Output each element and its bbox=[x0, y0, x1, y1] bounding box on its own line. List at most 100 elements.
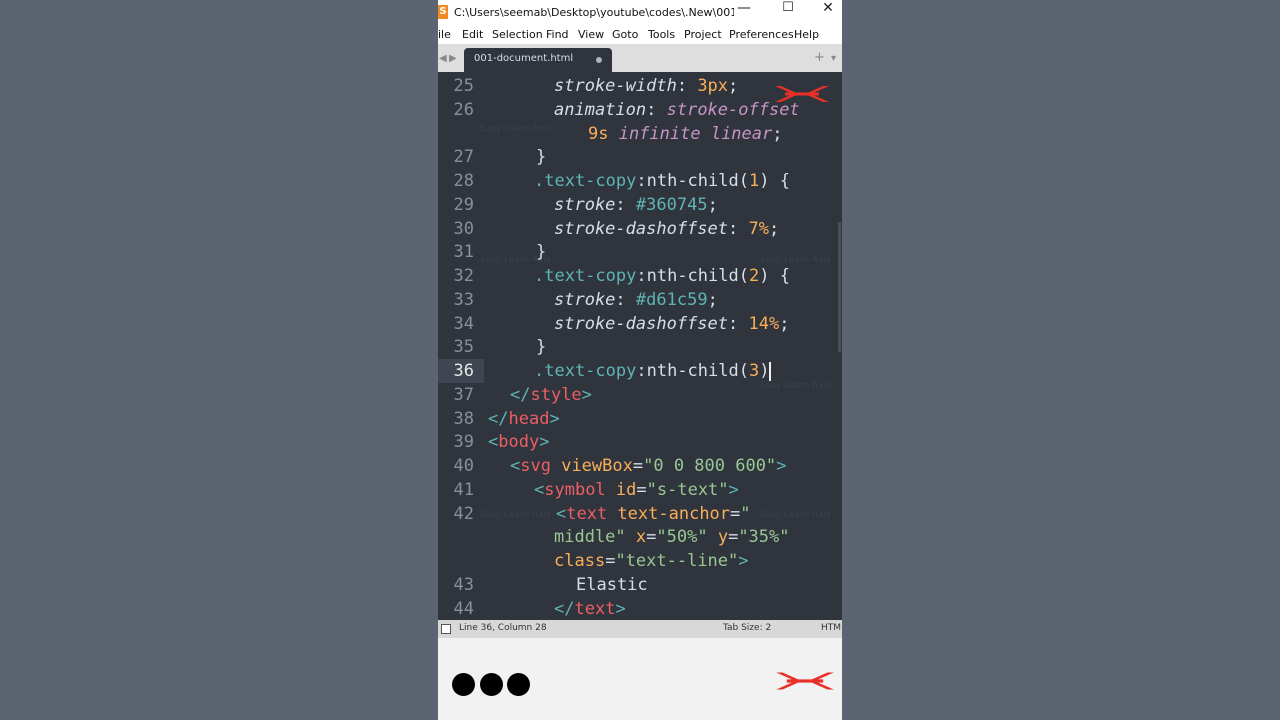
code-token: </ bbox=[554, 598, 575, 619]
code-line[interactable]: 29 stroke: #360745; bbox=[438, 193, 842, 217]
code-text[interactable]: stroke: #d61c59; bbox=[554, 290, 718, 310]
code-text[interactable]: </style> bbox=[510, 385, 592, 405]
code-line[interactable]: 40 <svg viewBox="0 0 800 600"> bbox=[438, 454, 842, 478]
code-line[interactable]: 36 .text-copy:nth-child(3) bbox=[438, 359, 842, 383]
menu-project[interactable]: Project bbox=[684, 28, 722, 41]
line-number: 37 bbox=[453, 384, 474, 405]
code-line[interactable]: 27} bbox=[438, 145, 842, 169]
code-text[interactable]: middle" x="50%" y="35%" bbox=[554, 527, 790, 547]
code-text[interactable]: stroke: #360745; bbox=[554, 195, 718, 215]
code-line[interactable]: 35} bbox=[438, 335, 842, 359]
menu-file[interactable]: ile bbox=[438, 28, 451, 41]
code-token: ) bbox=[759, 361, 770, 381]
tab-001-document[interactable]: 001-document.html bbox=[464, 48, 612, 72]
code-line[interactable]: class="text--line"> bbox=[438, 549, 842, 573]
code-token: Elastic bbox=[576, 574, 648, 595]
code-token: head bbox=[508, 408, 550, 429]
code-text[interactable]: } bbox=[536, 242, 546, 262]
code-token: 3px bbox=[697, 76, 729, 96]
code-text[interactable]: Elastic bbox=[576, 575, 648, 595]
menu-view[interactable]: View bbox=[578, 28, 604, 41]
code-token: 3 bbox=[748, 361, 760, 381]
code-line[interactable]: 30 stroke-dashoffset: 7%; bbox=[438, 217, 842, 241]
code-token: style bbox=[530, 384, 582, 405]
code-token: #d61c59 bbox=[635, 289, 708, 310]
new-tab-icon[interactable]: + bbox=[814, 50, 825, 65]
code-line[interactable]: 43 Elastic bbox=[438, 573, 842, 597]
code-token: ; bbox=[768, 218, 780, 239]
code-text[interactable]: <symbol id="s-text"> bbox=[534, 480, 739, 500]
code-text[interactable]: .text-copy:nth-child(1) { bbox=[534, 171, 790, 191]
code-line[interactable]: 25 stroke-width: 3px; bbox=[438, 74, 842, 98]
code-line[interactable]: 28 .text-copy:nth-child(1) { bbox=[438, 169, 842, 193]
code-line[interactable]: 34 stroke-dashoffset: 14%; bbox=[438, 312, 842, 336]
menu-find[interactable]: Find bbox=[546, 28, 569, 41]
code-token: nth-child( bbox=[646, 171, 749, 191]
code-line[interactable]: 31} bbox=[438, 240, 842, 264]
code-text[interactable]: 9s infinite linear; bbox=[588, 124, 783, 144]
menu-preferences[interactable]: Preferences bbox=[729, 28, 794, 41]
line-number: 40 bbox=[453, 456, 474, 476]
text-cursor bbox=[769, 361, 772, 381]
code-text[interactable]: </text> bbox=[554, 599, 626, 619]
code-token: 9s bbox=[588, 123, 609, 144]
code-line[interactable]: 37 </style> bbox=[438, 383, 842, 407]
code-editor[interactable]: Easy Learn Axis Easy Learn Axis Easy Lea… bbox=[438, 72, 842, 620]
code-text[interactable]: <body> bbox=[488, 432, 549, 452]
code-token: > bbox=[539, 432, 550, 453]
code-token: > bbox=[615, 598, 626, 619]
code-line[interactable]: 9s infinite linear; bbox=[438, 122, 842, 146]
code-line[interactable]: 26 animation: stroke-offset bbox=[438, 98, 842, 122]
menu-goto[interactable]: Goto bbox=[612, 28, 638, 41]
code-token: : bbox=[636, 266, 647, 286]
menu-tools[interactable]: Tools bbox=[648, 28, 675, 41]
code-token: stroke-offset bbox=[666, 99, 800, 120]
code-token: "50%" bbox=[656, 527, 708, 548]
code-text[interactable]: .text-copy:nth-child(3) bbox=[534, 361, 772, 381]
code-token: class bbox=[554, 551, 606, 571]
code-text[interactable]: } bbox=[536, 337, 546, 357]
minimize-button[interactable]: — bbox=[724, 0, 764, 26]
code-token: : bbox=[636, 171, 647, 191]
code-token: = bbox=[646, 527, 657, 548]
code-text[interactable]: stroke-dashoffset: 7%; bbox=[554, 219, 779, 239]
code-text[interactable]: class="text--line"> bbox=[554, 551, 749, 571]
code-line[interactable]: 44 </text> bbox=[438, 597, 842, 621]
menu-help[interactable]: Help bbox=[794, 28, 819, 41]
code-text[interactable]: animation: stroke-offset bbox=[554, 100, 800, 120]
code-token: infinite linear bbox=[608, 123, 773, 144]
code-line[interactable]: 38 </head> bbox=[438, 407, 842, 431]
code-line[interactable]: 41 <symbol id="s-text"> bbox=[438, 478, 842, 502]
modified-dot-icon[interactable] bbox=[596, 57, 602, 63]
maximize-button[interactable]: ☐ bbox=[768, 0, 808, 26]
tab-prev-icon[interactable]: ◀ bbox=[439, 53, 447, 64]
close-button[interactable]: ✕ bbox=[808, 0, 842, 26]
code-line[interactable]: 39 <body> bbox=[438, 430, 842, 454]
tab-next-icon[interactable]: ▶ bbox=[449, 53, 457, 64]
dot-icon bbox=[452, 673, 475, 696]
code-text[interactable]: <svg viewBox="0 0 800 600"> bbox=[510, 456, 786, 476]
dot-icon bbox=[480, 673, 503, 696]
code-text[interactable]: stroke-width: 3px; bbox=[554, 76, 738, 96]
menu-selection[interactable]: Selection bbox=[492, 28, 543, 41]
panel-toggle-icon[interactable] bbox=[441, 624, 451, 634]
code-token: animation bbox=[554, 99, 647, 120]
menu-edit[interactable]: Edit bbox=[462, 28, 483, 41]
code-text[interactable]: } bbox=[536, 147, 546, 167]
code-text[interactable]: </head> bbox=[488, 409, 560, 429]
code-token: : bbox=[615, 194, 636, 215]
code-token: : bbox=[728, 218, 749, 239]
code-line[interactable]: 33 stroke: #d61c59; bbox=[438, 288, 842, 312]
cursor-position[interactable]: Line 36, Column 28 bbox=[459, 623, 547, 633]
code-token: stroke bbox=[554, 194, 616, 215]
code-text[interactable]: .text-copy:nth-child(2) { bbox=[534, 266, 790, 286]
tab-dropdown-icon[interactable]: ▾ bbox=[831, 53, 836, 64]
syntax-mode[interactable]: HTM bbox=[821, 623, 841, 633]
code-line[interactable]: 32 .text-copy:nth-child(2) { bbox=[438, 264, 842, 288]
code-text[interactable]: stroke-dashoffset: 14%; bbox=[554, 314, 789, 334]
tab-size[interactable]: Tab Size: 2 bbox=[723, 623, 771, 633]
code-text[interactable]: <text text-anchor=" bbox=[556, 504, 751, 524]
code-line[interactable]: middle" x="50%" y="35%" bbox=[438, 525, 842, 549]
code-token: 2 bbox=[748, 266, 760, 286]
code-line[interactable]: 42 <text text-anchor=" bbox=[438, 502, 842, 526]
